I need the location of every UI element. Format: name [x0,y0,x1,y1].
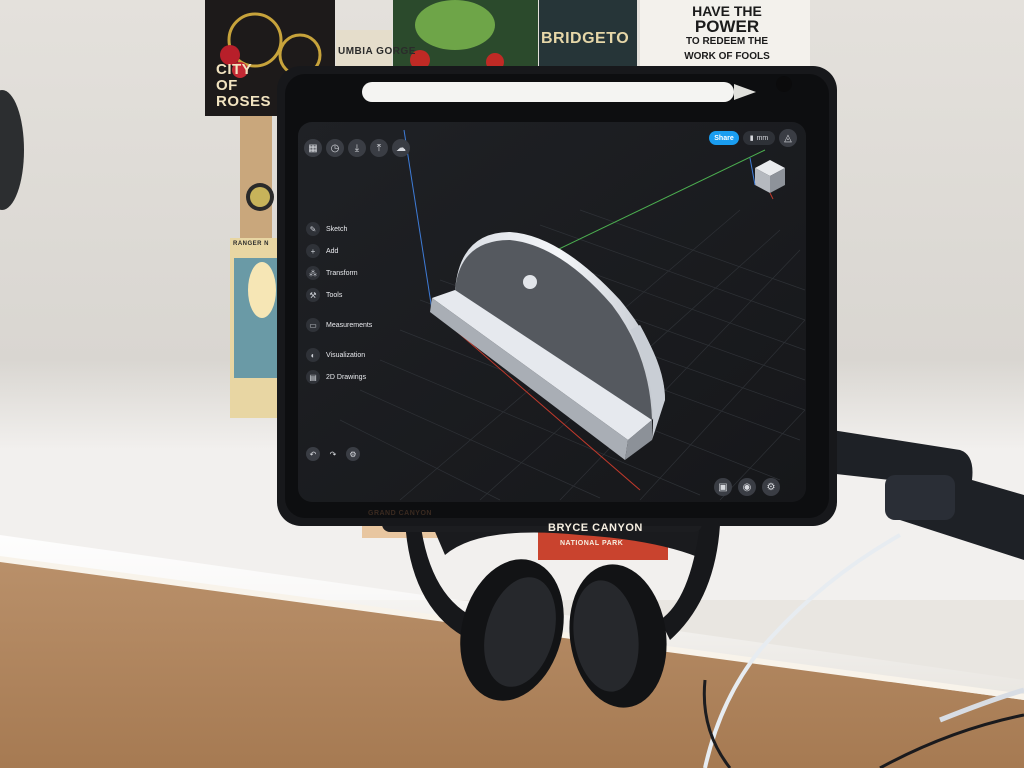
redo-icon[interactable]: ↷ [326,447,340,461]
settings-icon[interactable]: ⚙ [346,447,360,461]
poster-bryce-sub: NATIONAL PARK [560,540,624,547]
menu-2d-drawings[interactable]: ▤ 2D Drawings [306,370,372,384]
quote-line: POWER [694,17,760,36]
menu-label: Visualization [326,351,366,359]
upload-icon[interactable]: ⤒ [370,139,388,157]
camera-icon[interactable]: ▣ [714,478,732,496]
menu-tools[interactable]: ⚒ Tools [306,288,372,302]
poster-quote-text: HAVE THE POWER TO REDEEM THE WORK OF FOO… [652,4,802,64]
object-icon[interactable]: ◬ [779,129,797,147]
menu-sketch[interactable]: ✎ Sketch [306,222,372,236]
poster-grand-canyon-text: GRAND CANYON [368,510,432,517]
history-icon[interactable]: ◷ [326,139,344,157]
wrench-icon: ⚒ [306,288,320,302]
menu-label: Sketch [326,225,348,233]
menu-label: Transform [326,269,358,277]
poster-bryce-text: BRYCE CANYON [548,522,643,534]
download-icon[interactable]: ⤓ [348,139,366,157]
poster-city-of-roses-text: CITY OF ROSES [216,61,272,110]
menu-label: Add [326,247,339,255]
undo-icon[interactable]: ↶ [306,447,320,461]
menu-measurements[interactable]: ▭ Measurements [306,318,372,332]
bottom-right-controls: ▣ ◉ ⚙ [714,478,780,496]
side-menu: ✎ Sketch + Add ⁂ Transform ⚒ Tools ▭ Measurem… [306,222,372,384]
menu-label: Tools [326,291,343,299]
menu-add[interactable]: + Add [306,244,372,258]
app-toolbar: ▦ ◷ ⤓ ⤒ ☁ [304,139,410,157]
transform-icon: ⁂ [306,266,320,280]
menu-label: 2D Drawings [326,373,367,381]
menu-label: Measurements [326,321,373,329]
poster-bridgeton-text: BRIDGETO [541,30,630,47]
bottom-left-controls: ↶ ↷ ⚙ [306,447,360,461]
photo-scene [0,0,1024,768]
share-button[interactable]: Share [709,131,739,145]
drawing-icon: ▤ [306,370,320,384]
cork-strip [240,100,272,260]
ruler-icon: ▮ [749,135,754,142]
grid-icon[interactable]: ▦ [304,139,322,157]
ruler-icon: ▭ [306,318,320,332]
poster-ranger-text: RANGER N [233,241,270,247]
gear-icon[interactable]: ⚙ [762,478,780,496]
apple-pencil [362,82,734,102]
poster-columbia-text: UMBIA GORGE [338,46,416,57]
pencil-icon: ✎ [306,222,320,236]
palette-icon: ◐ [306,348,320,362]
quote-line: WORK OF FOOLS [684,51,770,62]
cloud-icon[interactable]: ☁ [392,139,410,157]
quote-line: TO REDEEM THE [685,36,769,47]
units-selector[interactable]: ▮ mm [743,131,775,145]
view-icon[interactable]: ◉ [738,478,756,496]
menu-transform[interactable]: ⁂ Transform [306,266,372,280]
menu-visualization[interactable]: ◐ Visualization [306,348,372,362]
plus-icon: + [306,244,320,258]
units-label: mm [756,134,769,142]
